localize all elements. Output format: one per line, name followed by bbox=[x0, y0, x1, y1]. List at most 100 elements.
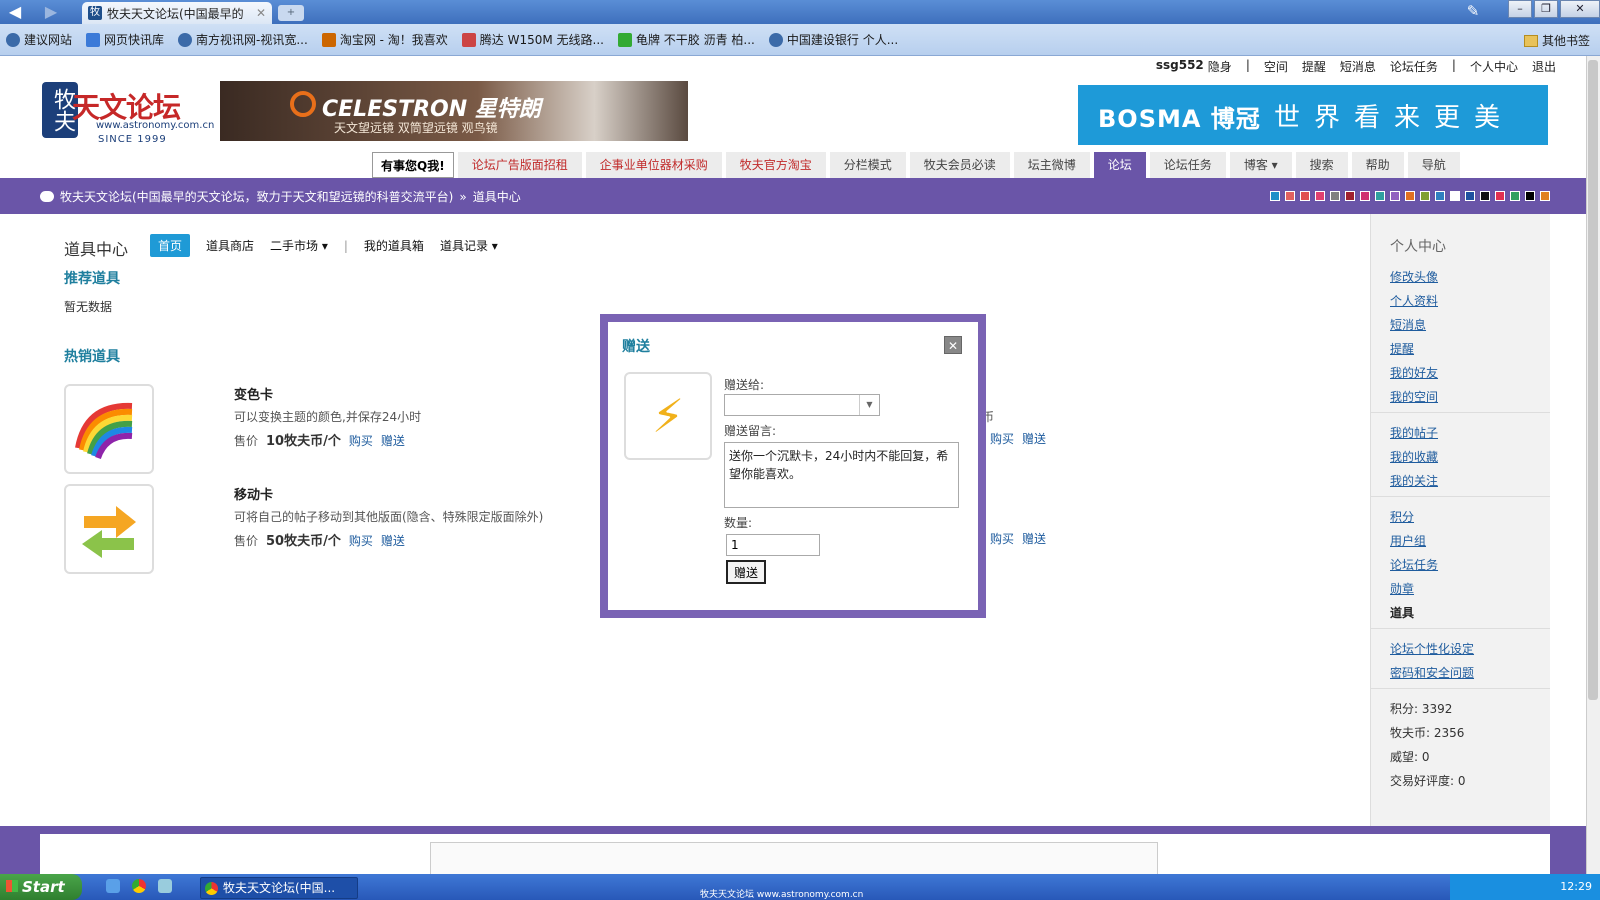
theme-swatch[interactable] bbox=[1510, 191, 1520, 201]
forward-icon[interactable]: ▶ bbox=[40, 2, 62, 22]
gift-submit-button[interactable]: 赠送 bbox=[726, 560, 766, 584]
buy-link[interactable]: 购买 bbox=[990, 530, 1014, 547]
subnav-records[interactable]: 道具记录 ▾ bbox=[440, 237, 498, 254]
buy-link[interactable]: 购买 bbox=[990, 430, 1014, 447]
theme-swatch[interactable] bbox=[1360, 191, 1370, 201]
theme-swatch[interactable] bbox=[1405, 191, 1415, 201]
nav-tab-help[interactable]: 帮助 bbox=[1351, 152, 1404, 178]
close-tab-icon[interactable]: ✕ bbox=[256, 6, 266, 20]
bookmark-item[interactable]: 龟牌 不干胶 沥青 柏... bbox=[617, 31, 755, 48]
scrollbar-thumb[interactable] bbox=[1588, 60, 1598, 700]
sidebar-item-posts[interactable]: 我的帖子 bbox=[1390, 424, 1438, 441]
buy-link[interactable]: 购买 bbox=[349, 432, 373, 449]
sidebar-item-tools-active[interactable]: 道具 bbox=[1390, 604, 1414, 621]
sidebar-item-favorites[interactable]: 我的收藏 bbox=[1390, 448, 1438, 465]
theme-swatch[interactable] bbox=[1480, 191, 1490, 201]
sidebar-item-usergroup[interactable]: 用户组 bbox=[1390, 532, 1426, 549]
subnav-home[interactable]: 首页 bbox=[150, 234, 191, 257]
theme-swatch[interactable] bbox=[1315, 191, 1325, 201]
footer-banner-ad[interactable] bbox=[430, 842, 1158, 876]
theme-swatch[interactable] bbox=[1300, 191, 1310, 201]
nav-tab-procurement[interactable]: 企事业单位器材采购 bbox=[585, 152, 722, 178]
subnav-my-toolbox[interactable]: 我的道具箱 bbox=[364, 237, 424, 254]
nav-tab-member-must-read[interactable]: 牧夫会员必读 bbox=[909, 152, 1010, 178]
arrows-icon[interactable] bbox=[64, 484, 154, 574]
rainbow-icon[interactable] bbox=[64, 384, 154, 474]
bookmark-item[interactable]: 腾达 W150M 无线路... bbox=[461, 31, 604, 48]
subnav-market[interactable]: 二手市场 ▾ bbox=[270, 237, 328, 254]
nav-tab-forum[interactable]: 论坛 bbox=[1093, 152, 1146, 178]
sidebar-item-personalize[interactable]: 论坛个性化设定 bbox=[1390, 640, 1474, 657]
other-bookmarks[interactable]: 其他书签 bbox=[1523, 32, 1590, 49]
bosma-banner-ad[interactable]: BOSMA 博冠 世界看来更美 bbox=[1078, 85, 1548, 145]
sidebar-item-following[interactable]: 我的关注 bbox=[1390, 472, 1438, 489]
logout-link[interactable]: 退出 bbox=[1532, 58, 1556, 75]
theme-swatch[interactable] bbox=[1345, 191, 1355, 201]
profile-center-link[interactable]: 个人中心 bbox=[1470, 58, 1518, 75]
reminder-link[interactable]: 提醒 bbox=[1302, 58, 1326, 75]
nav-tab-weibo[interactable]: 坛主微博 bbox=[1013, 152, 1090, 178]
maximize-button[interactable]: ❐ bbox=[1534, 0, 1558, 18]
gift-link[interactable]: 赠送 bbox=[1022, 530, 1046, 547]
nav-tab-search[interactable]: 搜索 bbox=[1295, 152, 1348, 178]
sidebar-item-messages[interactable]: 短消息 bbox=[1390, 316, 1426, 333]
nav-tab-taobao[interactable]: 牧夫官方淘宝 bbox=[725, 152, 826, 178]
sidebar-item-reminders[interactable]: 提醒 bbox=[1390, 340, 1414, 357]
sidebar-item-profile[interactable]: 个人资料 bbox=[1390, 292, 1438, 309]
qq-contact-button[interactable]: 有事您Q我! bbox=[372, 152, 454, 178]
chrome-icon[interactable] bbox=[132, 879, 146, 893]
nav-tab-tasks[interactable]: 论坛任务 bbox=[1149, 152, 1226, 178]
browser-tab[interactable]: 牧 牧夫天文论坛(中国最早的 ✕ bbox=[82, 2, 272, 24]
start-button[interactable]: Start bbox=[0, 874, 82, 900]
breadcrumb-forum-link[interactable]: 牧夫天文论坛(中国最早的天文论坛，致力于天文和望远镜的科普交流平台) bbox=[60, 188, 453, 205]
gift-link[interactable]: 赠送 bbox=[1022, 430, 1046, 447]
sidebar-item-security[interactable]: 密码和安全问题 bbox=[1390, 664, 1474, 681]
messages-link[interactable]: 短消息 bbox=[1340, 58, 1376, 75]
theme-swatch[interactable] bbox=[1420, 191, 1430, 201]
space-link[interactable]: 空间 bbox=[1264, 58, 1288, 75]
bookmark-item[interactable]: 南方视讯网-视讯宽... bbox=[178, 31, 308, 48]
username-link[interactable]: ssg552 bbox=[1156, 58, 1204, 75]
tasks-link[interactable]: 论坛任务 bbox=[1390, 58, 1438, 75]
celestron-banner-ad[interactable]: CELESTRON 星特朗 天文望远镜 双筒望远镜 观鸟镜 bbox=[220, 81, 688, 141]
recipient-select[interactable]: ▼ bbox=[724, 394, 880, 416]
theme-swatch[interactable] bbox=[1375, 191, 1385, 201]
site-logo[interactable]: 牧夫 天文论坛 www.astronomy.com.cn SINCE 1999 bbox=[42, 80, 218, 146]
taskbar-app-button[interactable]: 牧夫天文论坛(中国... bbox=[200, 877, 358, 899]
chevron-down-icon[interactable]: ▼ bbox=[859, 395, 879, 415]
theme-swatch[interactable] bbox=[1435, 191, 1445, 201]
quicklaunch-icon[interactable] bbox=[158, 879, 172, 893]
quantity-input[interactable] bbox=[726, 534, 820, 556]
gift-link[interactable]: 赠送 bbox=[381, 432, 405, 449]
sidebar-item-points[interactable]: 积分 bbox=[1390, 508, 1414, 525]
sidebar-item-medals[interactable]: 勋章 bbox=[1390, 580, 1414, 597]
wrench-icon[interactable]: ✎ bbox=[1462, 2, 1484, 22]
new-tab-button[interactable]: + bbox=[278, 5, 304, 21]
theme-swatch[interactable] bbox=[1450, 191, 1460, 201]
ie-icon[interactable] bbox=[106, 879, 120, 893]
theme-swatch[interactable] bbox=[1285, 191, 1295, 201]
theme-swatch[interactable] bbox=[1270, 191, 1280, 201]
sidebar-item-friends[interactable]: 我的好友 bbox=[1390, 364, 1438, 381]
close-window-button[interactable]: ✕ bbox=[1560, 0, 1600, 18]
buy-link[interactable]: 购买 bbox=[349, 532, 373, 549]
bookmark-item[interactable]: 网页快讯库 bbox=[86, 31, 164, 48]
bookmark-item[interactable]: 建议网站 bbox=[6, 31, 72, 48]
nav-tab-blog[interactable]: 博客 ▾ bbox=[1229, 152, 1292, 178]
theme-swatch[interactable] bbox=[1465, 191, 1475, 201]
theme-swatch[interactable] bbox=[1495, 191, 1505, 201]
invisible-link[interactable]: 隐身 bbox=[1208, 58, 1232, 75]
message-textarea[interactable]: 送你一个沉默卡，24小时内不能回复，希望你能喜欢。 bbox=[724, 442, 959, 508]
minimize-button[interactable]: – bbox=[1508, 0, 1532, 18]
back-icon[interactable]: ◀ bbox=[4, 2, 26, 22]
theme-swatch[interactable] bbox=[1330, 191, 1340, 201]
bookmark-item[interactable]: 中国建设银行 个人... bbox=[768, 31, 898, 48]
theme-swatch[interactable] bbox=[1540, 191, 1550, 201]
sidebar-item-avatar[interactable]: 修改头像 bbox=[1390, 268, 1438, 285]
close-icon[interactable]: ✕ bbox=[944, 336, 962, 354]
theme-swatch[interactable] bbox=[1390, 191, 1400, 201]
nav-tab-ad-rental[interactable]: 论坛广告版面招租 bbox=[457, 152, 582, 178]
sidebar-item-space[interactable]: 我的空间 bbox=[1390, 388, 1438, 405]
sidebar-item-tasks[interactable]: 论坛任务 bbox=[1390, 556, 1438, 573]
nav-tab-navigation[interactable]: 导航 bbox=[1407, 152, 1460, 178]
